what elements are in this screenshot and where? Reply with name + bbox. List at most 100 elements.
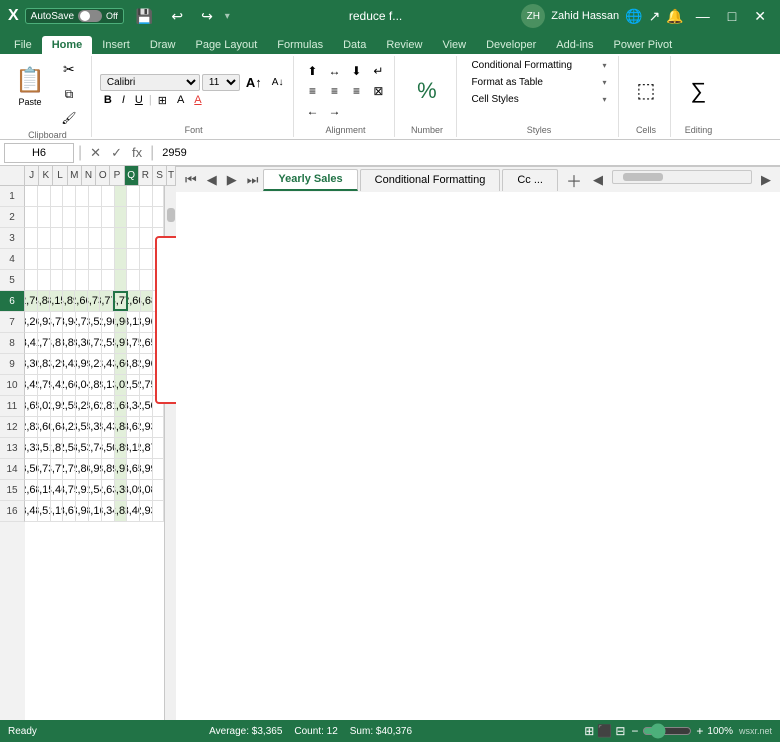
cell-O16[interactable]: $3,162 [89,501,102,521]
cell-M13[interactable]: $2,589 [63,438,76,458]
cell-N2[interactable] [76,207,89,227]
cell-L2[interactable] [51,207,64,227]
cell-S11[interactable]: $2,500 [140,396,153,416]
cell-O8[interactable]: $3,739 [89,333,102,353]
cell-M6[interactable]: $3,895 [63,291,76,311]
cell-J11[interactable]: $3,654 [25,396,38,416]
cell-J1[interactable] [25,186,38,206]
cell-T1[interactable] [153,186,164,206]
cell-M16[interactable]: $3,675 [63,501,76,521]
cell-M1[interactable] [63,186,76,206]
cell-J6[interactable]: $2,795 [25,291,38,311]
cell-S15[interactable]: $3,082 [140,480,153,500]
format-as-table-btn[interactable]: Format as Table ▾ [465,75,612,90]
cell-P6[interactable]: $3,773 [100,291,113,311]
cell-J12[interactable]: $2,827 [25,417,38,437]
cell-L5[interactable] [51,270,64,290]
save-icon-btn[interactable]: 💾 [130,6,159,27]
tab-developer[interactable]: Developer [476,36,546,54]
decrease-font-btn[interactable]: A↓ [268,76,288,89]
cell-K8[interactable]: $2,774 [38,333,51,353]
insert-function-btn[interactable]: fx [128,143,146,163]
col-header-O[interactable]: O [96,166,110,185]
cell-N7[interactable]: $2,724 [76,312,89,332]
cell-J3[interactable] [25,228,38,248]
cell-L13[interactable]: $2,873 [51,438,64,458]
cell-R2[interactable] [127,207,140,227]
cell-P8[interactable]: $2,554 [102,333,115,353]
tab-file[interactable]: File [4,36,42,54]
font-color-btn[interactable]: A [190,93,205,107]
align-bottom-btn[interactable]: ⬇ [346,62,366,80]
cell-R10[interactable]: $2,591 [127,375,140,395]
cell-P12[interactable]: $3,437 [102,417,115,437]
cell-T15[interactable] [153,480,164,500]
cell-K11[interactable]: $3,020 [38,396,51,416]
cell-S7[interactable]: $3,960 [140,312,153,332]
cell-Q4[interactable] [115,249,128,269]
cell-N9[interactable]: $3,993 [76,354,89,374]
cell-J9[interactable]: $3,300 [25,354,38,374]
zoom-slider[interactable] [642,723,692,739]
increase-font-btn[interactable]: A↑ [242,74,266,91]
sheet-nav-next[interactable]: ▶ [222,170,242,190]
cell-S6[interactable]: $3,680 [141,291,154,311]
cell-R11[interactable]: $3,342 [127,396,140,416]
cell-O7[interactable]: $3,529 [89,312,102,332]
cell-M15[interactable]: $3,750 [63,480,76,500]
tab-power-pivot[interactable]: Power Pivot [604,36,683,54]
normal-view-btn[interactable]: ⊞ [584,724,594,738]
cell-Q2[interactable] [115,207,128,227]
autosave-toggle[interactable] [78,10,102,22]
cell-styles-btn[interactable]: Cell Styles ▾ [465,92,612,107]
cell-Q11[interactable]: $2,656 [115,396,128,416]
sheet-nav-prev[interactable]: ◀ [202,170,222,190]
cell-T16[interactable] [153,501,164,521]
cell-Q1[interactable] [115,186,128,206]
col-header-T[interactable]: T [167,166,176,185]
cell-R1[interactable] [127,186,140,206]
close-btn[interactable]: ✕ [748,6,772,27]
cell-O13[interactable]: $2,741 [89,438,102,458]
cell-M10[interactable]: $2,668 [63,375,76,395]
cell-O2[interactable] [89,207,102,227]
indent-increase-btn[interactable]: → [324,102,344,120]
cell-Q13[interactable]: $3,894 [115,438,128,458]
cell-M7[interactable]: $3,944 [63,312,76,332]
cell-M14[interactable]: $2,791 [63,459,76,479]
undo-btn[interactable]: ↩ [165,6,189,27]
cell-J13[interactable]: $3,339 [25,438,38,458]
cell-M3[interactable] [63,228,76,248]
zoom-in-btn[interactable]: + [696,724,703,738]
cell-N12[interactable]: $3,555 [76,417,89,437]
tab-addins[interactable]: Add-ins [546,36,603,54]
cell-N10[interactable]: $3,046 [76,375,89,395]
tab-formulas[interactable]: Formulas [267,36,333,54]
cell-P15[interactable]: $2,638 [102,480,115,500]
cell-P4[interactable] [102,249,115,269]
cell-P13[interactable]: $3,504 [102,438,115,458]
cell-S9[interactable]: $2,960 [140,354,153,374]
cell-P2[interactable] [102,207,115,227]
cell-L3[interactable] [51,228,64,248]
cell-J10[interactable]: $3,490 [25,375,38,395]
cell-L8[interactable]: $3,817 [51,333,64,353]
cell-S8[interactable]: $2,653 [140,333,153,353]
col-header-P[interactable]: P [110,166,124,185]
cell-N14[interactable]: $2,809 [76,459,89,479]
cell-K14[interactable]: $3,734 [38,459,51,479]
tab-page-layout[interactable]: Page Layout [185,36,267,54]
cell-L12[interactable]: $2,644 [51,417,64,437]
wrap-text-btn[interactable]: ↵ [368,62,388,80]
tab-home[interactable]: Home [42,36,93,54]
sheet-tab-cc[interactable]: Cc ... [502,169,558,191]
cell-N6[interactable]: $2,668 [75,291,88,311]
cell-L1[interactable] [51,186,64,206]
cell-S5[interactable] [140,270,153,290]
page-layout-btn[interactable]: ⬛ [597,724,612,738]
tab-review[interactable]: Review [376,36,432,54]
cell-J7[interactable]: $3,268 [25,312,38,332]
cells-btn[interactable]: ⬚ [630,63,662,119]
cell-R14[interactable]: $3,655 [127,459,140,479]
tab-view[interactable]: View [432,36,476,54]
